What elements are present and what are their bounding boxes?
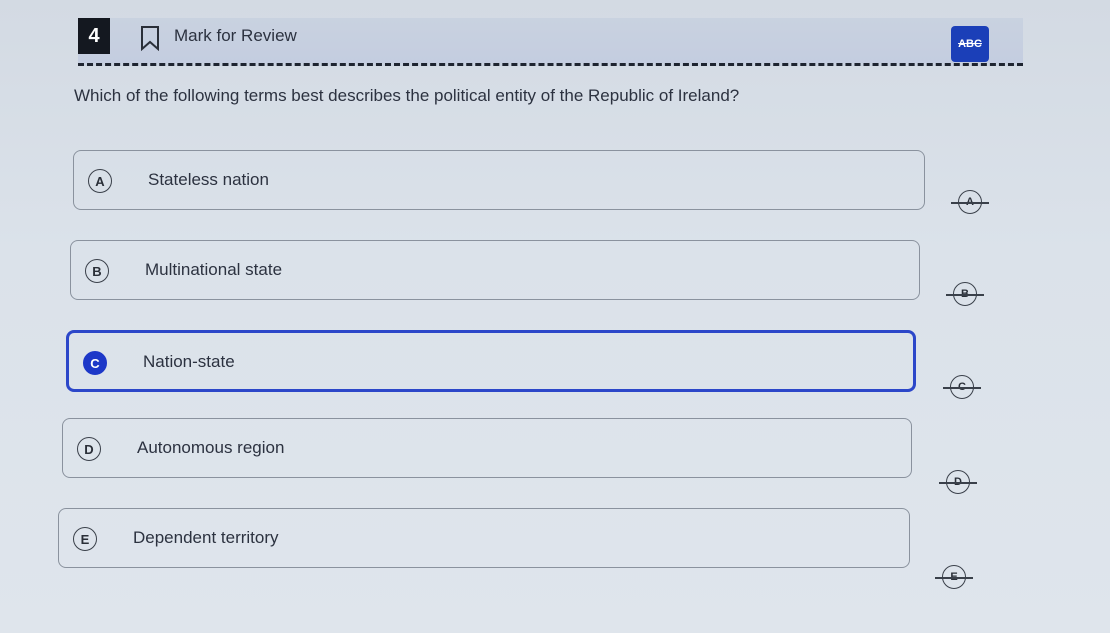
- abc-strikethrough-button[interactable]: ABC: [951, 26, 989, 62]
- eliminate-choice-a-icon[interactable]: A: [951, 190, 989, 214]
- choice-text-a: Stateless nation: [148, 170, 269, 189]
- eliminate-choice-d-icon[interactable]: D: [939, 470, 977, 494]
- eliminate-choice-c-icon[interactable]: C: [943, 375, 981, 399]
- choice-text-c: Nation-state: [143, 352, 235, 371]
- choice-letter-c: C: [83, 351, 107, 375]
- eliminate-choice-e-icon[interactable]: E: [935, 565, 973, 589]
- question-header: 4 Mark for Review ABC: [78, 18, 1023, 66]
- bookmark-icon[interactable]: [140, 25, 160, 51]
- answer-choice-a[interactable]: A Stateless nation: [73, 150, 925, 210]
- choice-letter-b: B: [85, 259, 109, 283]
- question-text: Which of the following terms best descri…: [74, 86, 740, 105]
- choice-letter-e: E: [73, 527, 97, 551]
- answer-choice-d[interactable]: D Autonomous region: [62, 418, 912, 478]
- choice-letter-a: A: [88, 169, 112, 193]
- answer-choice-b[interactable]: B Multinational state: [70, 240, 920, 300]
- choice-text-e: Dependent territory: [133, 528, 279, 547]
- question-number: 4: [78, 18, 110, 54]
- choice-letter-d: D: [77, 437, 101, 461]
- answer-choice-e[interactable]: E Dependent territory: [58, 508, 910, 568]
- eliminate-choice-b-icon[interactable]: B: [946, 282, 984, 306]
- choice-text-d: Autonomous region: [137, 438, 285, 457]
- mark-for-review-label[interactable]: Mark for Review: [174, 26, 297, 46]
- answer-choice-c[interactable]: C Nation-state: [66, 330, 916, 392]
- choice-text-b: Multinational state: [145, 260, 283, 279]
